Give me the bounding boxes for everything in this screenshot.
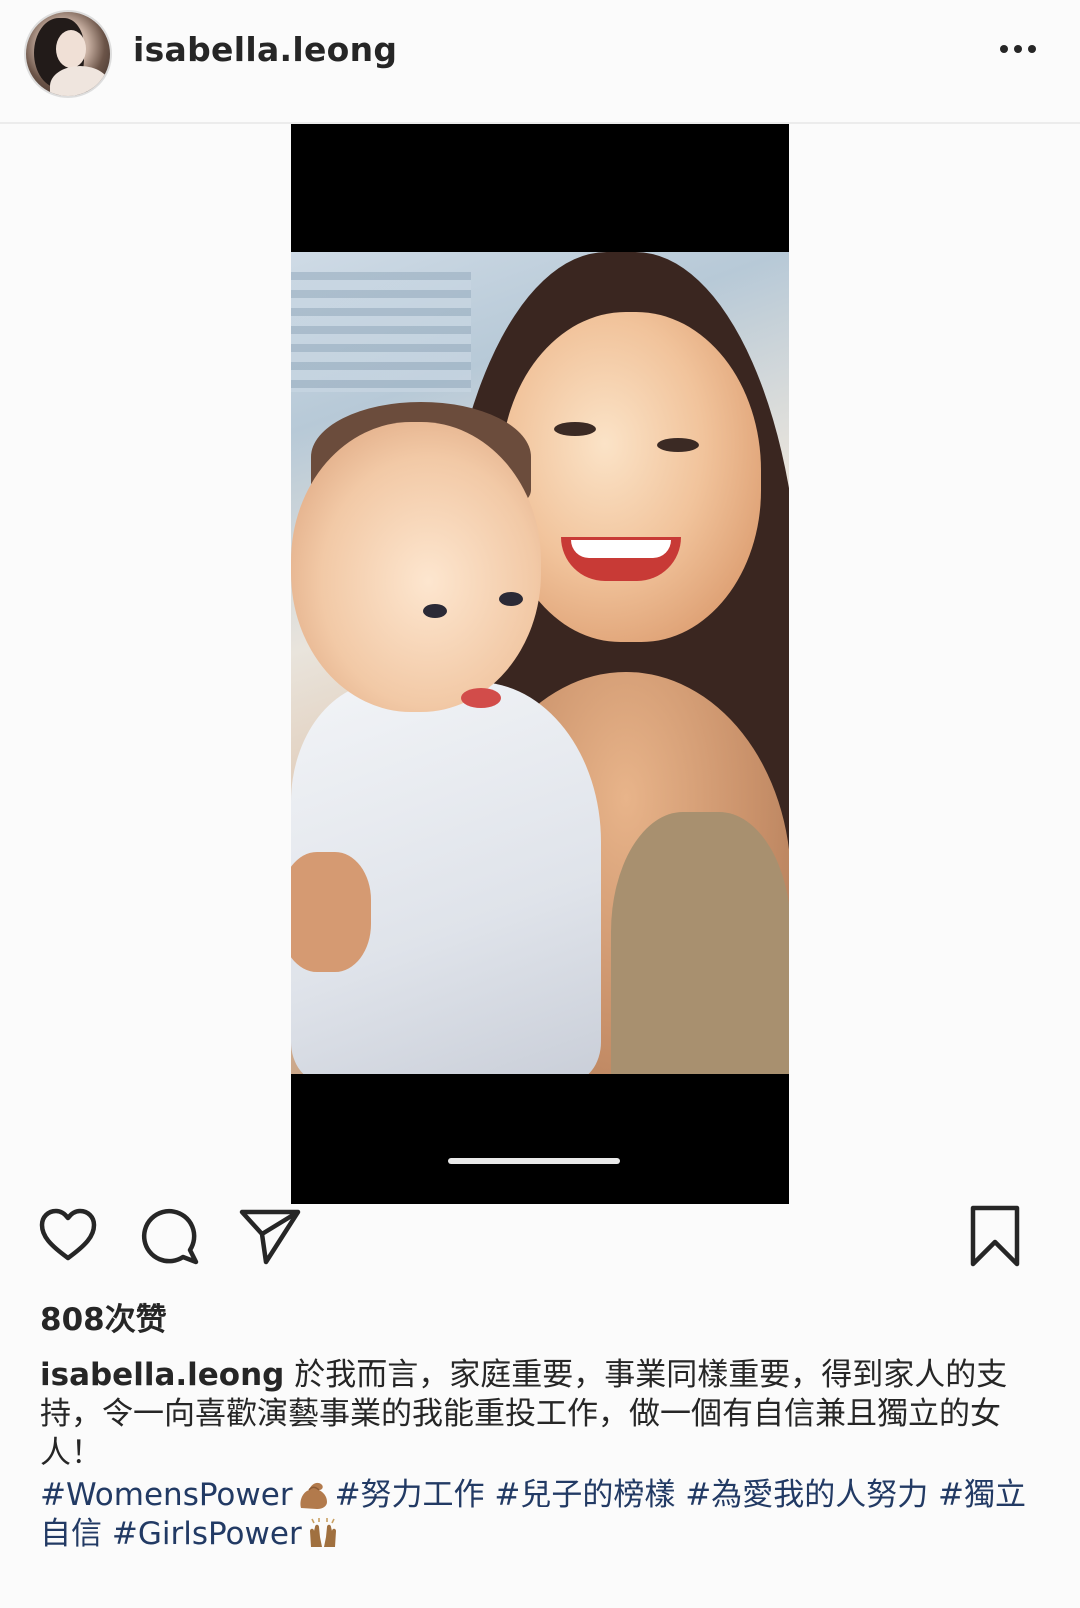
photo-top <box>611 812 789 1074</box>
more-dot <box>1028 45 1036 53</box>
post-caption: isabella.leong 於我而言，家庭重要，事業同樣重要，得到家人的支持，… <box>40 1356 1050 1473</box>
avatar-face <box>56 30 86 68</box>
photo-background <box>291 272 471 392</box>
post-media[interactable] <box>291 124 789 1204</box>
bookmark-icon[interactable] <box>968 1204 1022 1268</box>
raised-hands-emoji <box>309 1518 336 1547</box>
flexed-biceps-emoji <box>300 1482 327 1509</box>
username-link[interactable]: isabella.leong <box>133 30 397 69</box>
photo-eye <box>657 438 699 452</box>
photo-baby-eye <box>499 592 523 606</box>
comment-icon[interactable] <box>138 1204 202 1268</box>
photo-eye <box>554 422 596 436</box>
photo-hand <box>291 852 371 972</box>
like-count[interactable]: 808次赞 <box>40 1294 167 1339</box>
avatar[interactable] <box>24 10 112 98</box>
photo-woman-face <box>501 312 761 642</box>
photo-baby-head <box>291 422 541 712</box>
post-header: isabella.leong <box>0 0 1080 124</box>
photo-teeth <box>571 540 671 558</box>
hashtag-line: #WomensPower #努力工作 #兒子的榜樣 #為愛我的人努力 #獨立自信… <box>40 1476 1050 1554</box>
avatar-shoulder <box>50 66 110 96</box>
more-dot <box>1000 45 1008 53</box>
send-icon[interactable] <box>238 1204 302 1268</box>
hashtag-womenspower[interactable]: #WomensPower <box>40 1477 293 1513</box>
action-bar <box>0 1204 1080 1280</box>
photo-baby-lip <box>461 688 501 708</box>
more-horizontal-icon[interactable] <box>988 32 1048 66</box>
more-dot <box>1014 45 1022 53</box>
home-indicator <box>448 1158 620 1164</box>
heart-icon[interactable] <box>36 1204 100 1268</box>
photo-baby-eye <box>423 604 447 618</box>
post-photo <box>291 252 789 1074</box>
caption-username[interactable]: isabella.leong <box>40 1357 284 1393</box>
